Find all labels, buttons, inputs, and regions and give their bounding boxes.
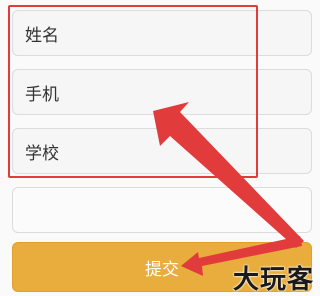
watermark-logo: 大玩客 — [232, 265, 314, 295]
phone-field[interactable]: 手机 — [12, 69, 312, 115]
phone-placeholder: 手机 — [25, 84, 59, 105]
school-field[interactable]: 学校 — [12, 128, 312, 174]
extra-field[interactable] — [12, 187, 312, 233]
school-placeholder: 学校 — [25, 143, 59, 164]
form-page: 姓名 手机 学校 提交 大玩客 — [0, 0, 320, 296]
name-placeholder: 姓名 — [25, 25, 59, 46]
name-field[interactable]: 姓名 — [12, 10, 312, 56]
